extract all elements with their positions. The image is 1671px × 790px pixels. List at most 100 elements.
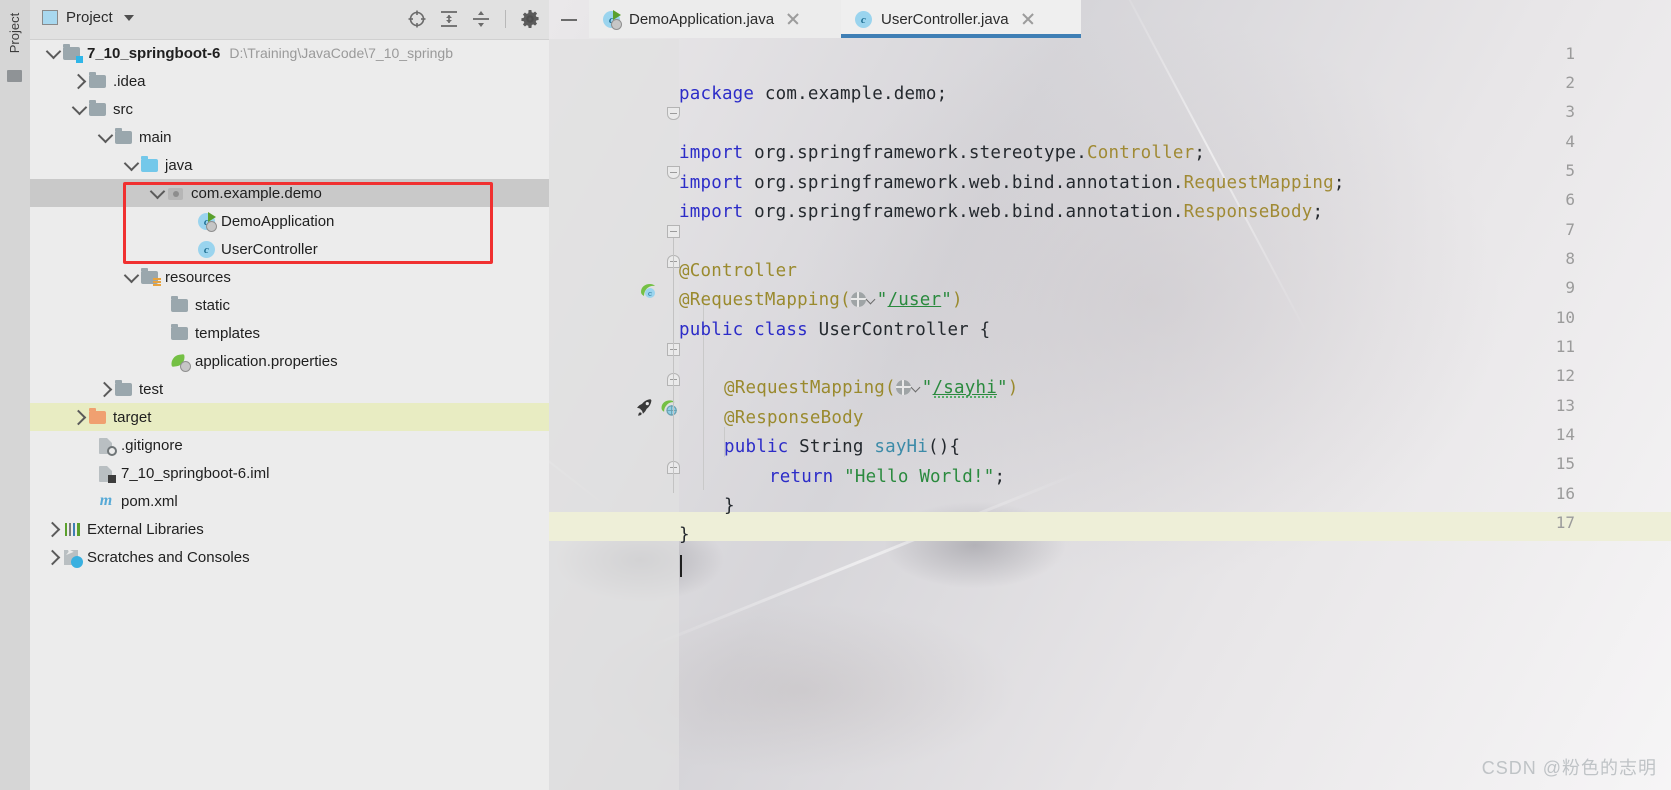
type-string: String bbox=[799, 437, 864, 457]
url-mapping-user[interactable]: /user bbox=[888, 290, 942, 310]
url-mapping-sayhi[interactable]: /sayhi bbox=[932, 378, 997, 398]
folder-icon bbox=[88, 99, 108, 119]
class-name: ResponseBody bbox=[1183, 202, 1313, 222]
code-line-13: public String sayHi(){ bbox=[724, 433, 960, 462]
tree-node-static[interactable]: static bbox=[30, 291, 549, 319]
project-tree[interactable]: 7_10_springboot-6 D:\Training\JavaCode\7… bbox=[30, 39, 549, 571]
tree-node-idea[interactable]: .idea bbox=[30, 67, 549, 95]
keyword-return: return bbox=[769, 467, 834, 487]
folder-icon bbox=[114, 379, 134, 399]
keyword-import: import bbox=[679, 202, 744, 222]
tree-node-iml-file[interactable]: 7_10_springboot-6.iml bbox=[30, 459, 549, 487]
brace: { bbox=[979, 320, 991, 340]
libraries-icon bbox=[62, 519, 82, 539]
code-text-span: ; bbox=[1333, 173, 1345, 193]
hide-tool-window-button[interactable] bbox=[549, 0, 589, 39]
close-icon[interactable] bbox=[786, 12, 800, 26]
annotation-requestmapping: @RequestMapping( bbox=[724, 378, 896, 398]
tree-node-pom-xml[interactable]: m pom.xml bbox=[30, 487, 549, 515]
code-line-14: return "Hello World!"; bbox=[769, 463, 1005, 492]
code-text-span: (){ bbox=[928, 437, 961, 457]
folder-icon bbox=[170, 295, 190, 315]
tree-node-label: templates bbox=[195, 324, 261, 342]
tree-node-label: src bbox=[113, 100, 133, 118]
chevron-down-icon[interactable] bbox=[148, 183, 166, 202]
brace: } bbox=[679, 525, 690, 545]
spring-request-mapping-icon[interactable] bbox=[658, 397, 680, 419]
tree-node-scratches-and-consoles[interactable]: Scratches and Consoles bbox=[30, 543, 549, 571]
code-line-7: @Controller bbox=[679, 257, 797, 286]
tree-node-label: External Libraries bbox=[87, 520, 204, 538]
code-line-8: @RequestMapping("/user") bbox=[679, 286, 963, 315]
chevron-down-icon[interactable] bbox=[70, 99, 88, 118]
editor-tab-demoapplication[interactable]: c DemoApplication.java bbox=[589, 0, 841, 38]
editor-tab-usercontroller[interactable]: c UserController.java bbox=[841, 0, 1081, 38]
tree-node-usercontroller[interactable]: c UserController bbox=[30, 235, 549, 263]
gear-icon[interactable] bbox=[519, 8, 541, 30]
locate-icon[interactable] bbox=[406, 8, 428, 30]
tree-node-src[interactable]: src bbox=[30, 95, 549, 123]
chevron-right-icon[interactable] bbox=[96, 380, 114, 398]
tree-node-module-root[interactable]: 7_10_springboot-6 D:\Training\JavaCode\7… bbox=[30, 39, 549, 67]
chevron-down-icon[interactable] bbox=[44, 43, 62, 62]
chevron-down-icon[interactable] bbox=[865, 294, 876, 305]
chevron-down-icon[interactable] bbox=[122, 155, 140, 174]
project-tool-window: Project 7_10_springboot-6 D:\Training\Ja… bbox=[30, 0, 549, 790]
chevron-down-icon[interactable] bbox=[122, 267, 140, 286]
text-caret bbox=[680, 555, 682, 577]
project-view-selector[interactable]: Project bbox=[42, 9, 134, 26]
code-text-span: org.springframework.web.bind.annotation. bbox=[743, 202, 1184, 222]
java-run-class-icon: c bbox=[601, 9, 622, 30]
chevron-right-icon[interactable] bbox=[70, 72, 88, 90]
tree-node-external-libraries[interactable]: External Libraries bbox=[30, 515, 549, 543]
tree-node-templates[interactable]: templates bbox=[30, 319, 549, 347]
tool-window-tab-project[interactable]: Project bbox=[0, 0, 30, 66]
chevron-right-icon[interactable] bbox=[44, 520, 62, 538]
spring-bean-icon[interactable]: c bbox=[637, 280, 659, 302]
close-icon[interactable] bbox=[1021, 12, 1035, 26]
tree-node-gitignore[interactable]: .gitignore bbox=[30, 431, 549, 459]
quote: " bbox=[876, 290, 888, 310]
tree-node-resources[interactable]: resources bbox=[30, 263, 549, 291]
keyword-import: import bbox=[679, 173, 744, 193]
chevron-down-icon[interactable] bbox=[910, 382, 921, 393]
tree-node-java[interactable]: java bbox=[30, 151, 549, 179]
tree-node-package-com-example-demo[interactable]: com.example.demo bbox=[30, 179, 549, 207]
chevron-right-icon[interactable] bbox=[70, 408, 88, 426]
chevron-right-icon[interactable] bbox=[44, 548, 62, 566]
collapse-all-icon[interactable] bbox=[470, 8, 492, 30]
quote: " bbox=[921, 378, 933, 398]
code-line-12: @ResponseBody bbox=[724, 404, 864, 433]
web-globe-icon[interactable] bbox=[895, 380, 911, 395]
keyword-class: class bbox=[754, 320, 808, 340]
folder-icon bbox=[114, 127, 134, 147]
project-view-icon bbox=[42, 10, 58, 25]
editor-tab-bar: c DemoApplication.java c UserController.… bbox=[549, 0, 1671, 39]
tree-node-demoapplication[interactable]: c DemoApplication bbox=[30, 207, 549, 235]
code-text[interactable]: package com.example.demo; import org.spr… bbox=[679, 39, 1671, 790]
tree-node-application-properties[interactable]: application.properties bbox=[30, 347, 549, 375]
run-method-rocket-icon[interactable] bbox=[634, 396, 656, 418]
tree-node-target[interactable]: target bbox=[30, 403, 549, 431]
expand-all-icon[interactable] bbox=[438, 8, 460, 30]
chevron-down-icon[interactable] bbox=[123, 14, 134, 21]
folder-icon bbox=[88, 71, 108, 91]
left-tool-strip: Project bbox=[0, 0, 31, 790]
quote: " bbox=[941, 290, 952, 310]
code-text-span: org.springframework.stereotype. bbox=[743, 143, 1087, 163]
structure-icon[interactable] bbox=[7, 70, 22, 82]
annotation-controller: @Controller bbox=[679, 261, 798, 281]
tree-node-main[interactable]: main bbox=[30, 123, 549, 151]
source-folder-icon bbox=[140, 155, 160, 175]
svg-text:c: c bbox=[648, 290, 652, 298]
code-text-span: org.springframework.web.bind.annotation. bbox=[743, 173, 1184, 193]
tree-node-label: Scratches and Consoles bbox=[87, 548, 250, 566]
active-tab-underline bbox=[841, 34, 1081, 38]
web-globe-icon[interactable] bbox=[850, 292, 866, 307]
code-line-9: public class UserController { bbox=[679, 316, 990, 345]
chevron-down-icon[interactable] bbox=[96, 127, 114, 146]
tree-node-label: java bbox=[165, 156, 193, 174]
tree-node-label: 7_10_springboot-6 bbox=[87, 44, 221, 62]
tree-node-test[interactable]: test bbox=[30, 375, 549, 403]
excluded-folder-icon bbox=[88, 407, 108, 427]
